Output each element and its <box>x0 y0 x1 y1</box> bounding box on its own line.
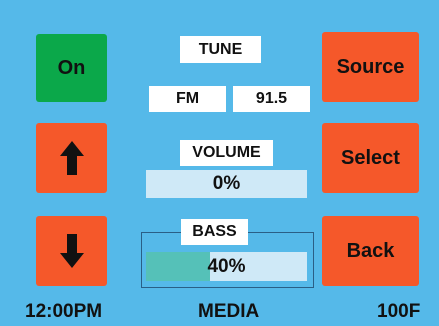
arrow-up-icon <box>59 141 84 175</box>
volume-bar[interactable]: 0% <box>146 170 307 198</box>
volume-label: VOLUME <box>180 140 273 166</box>
on-button[interactable]: On <box>36 34 107 102</box>
tune-frequency-text: 91.5 <box>255 90 288 107</box>
down-button[interactable] <box>36 216 107 286</box>
back-button[interactable]: Back <box>322 216 419 286</box>
source-button-label: Source <box>336 56 405 78</box>
bass-label-text: BASS <box>192 223 237 240</box>
clock: 12:00PM <box>25 301 103 322</box>
tune-label: TUNE <box>180 36 261 63</box>
arrow-down-icon <box>59 234 84 268</box>
tune-frequency-display[interactable]: 91.5 <box>233 86 310 112</box>
bass-label: BASS <box>181 219 248 245</box>
select-button[interactable]: Select <box>322 123 419 193</box>
bass-value: 40% <box>207 255 246 277</box>
on-button-label: On <box>57 57 86 79</box>
volume-value: 0% <box>212 173 241 194</box>
source-button[interactable]: Source <box>322 32 419 102</box>
temperature: 100F <box>377 301 421 322</box>
volume-label-text: VOLUME <box>192 144 261 161</box>
select-button-label: Select <box>341 147 400 169</box>
tune-band-text: FM <box>175 90 200 107</box>
back-button-label: Back <box>346 240 395 262</box>
source-mode: MEDIA <box>198 301 260 322</box>
tune-band-display[interactable]: FM <box>149 86 226 112</box>
media-control-screen: On Source Select Back TUNE FM 91.5 VOLUM… <box>0 0 439 326</box>
tune-label-text: TUNE <box>198 40 243 58</box>
bass-bar[interactable]: 40% <box>146 252 307 281</box>
up-button[interactable] <box>36 123 107 193</box>
